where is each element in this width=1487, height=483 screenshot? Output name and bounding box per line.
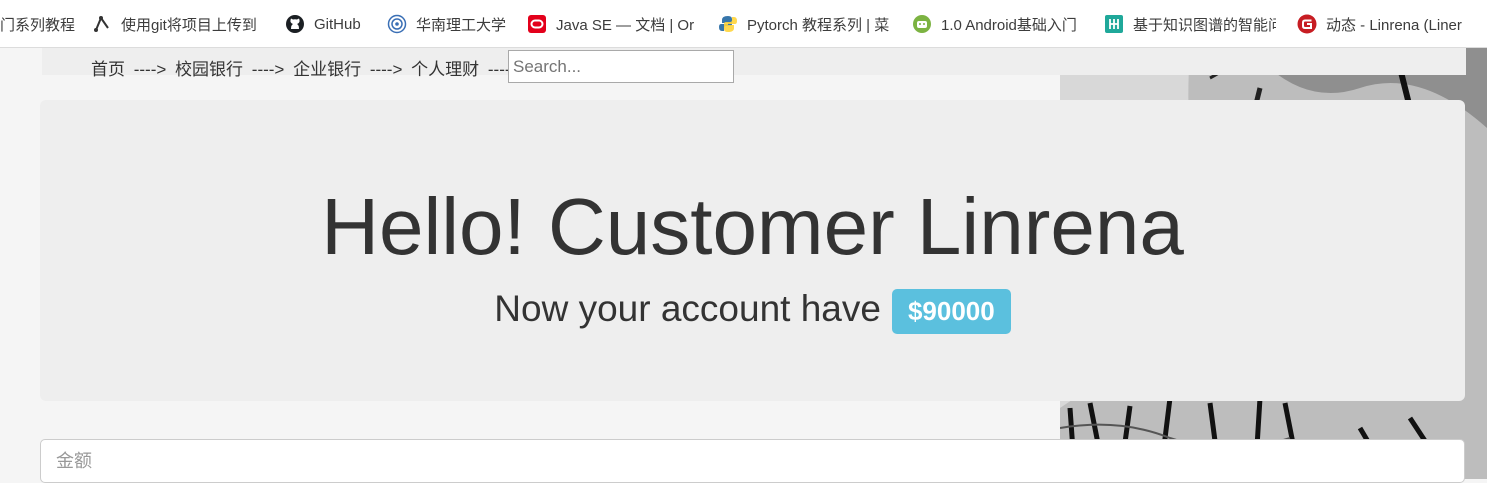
nav-link-personal-finance[interactable]: 个人理财 <box>411 60 479 79</box>
search-input[interactable] <box>508 50 734 83</box>
breadcrumb-separator: ----> <box>369 60 403 79</box>
bookmark-label: 1.0 Android基础入门 <box>941 16 1077 34</box>
github-icon <box>285 14 305 34</box>
python-icon <box>718 14 738 34</box>
bookmark-label: 华南理工大学 <box>416 16 507 34</box>
bookmark-label: 使用git将项目上传到 <box>121 16 257 34</box>
balance-line: Now your account have $90000 <box>40 286 1465 334</box>
bookmark-item[interactable]: Java SE — 文档 | Or <box>527 0 699 47</box>
welcome-jumbotron: Hello! Customer Linrena Now your account… <box>40 100 1465 401</box>
bookmarks-bar: 门系列教程 使用git将项目上传到 GitHub 华南理工大学 Java SE … <box>0 0 1487 48</box>
bookmark-item[interactable]: Pytorch 教程系列 | 菜 <box>718 0 892 47</box>
amount-field[interactable] <box>40 439 1465 483</box>
bookmark-label: 动态 - Linrena (Liner <box>1326 16 1462 34</box>
nav-link-enterprise-bank[interactable]: 企业银行 <box>293 60 361 79</box>
gitee-icon <box>1297 14 1317 34</box>
breadcrumb-separator: ----> <box>251 60 285 79</box>
android-icon <box>912 14 932 34</box>
bookmark-item[interactable]: 基于知识图谱的智能问 <box>1104 0 1276 47</box>
bookmark-label: 基于知识图谱的智能问 <box>1133 16 1276 34</box>
bookmark-item[interactable]: 使用git将项目上传到 <box>92 0 262 47</box>
top-navbar: 首页 ----> 校园银行 ----> 企业银行 ----> 个人理财 ----… <box>42 48 1466 79</box>
bookmark-item[interactable]: 1.0 Android基础入门 <box>912 0 1084 47</box>
nav-link-home[interactable]: 首页 <box>91 60 125 79</box>
bookmark-label: Java SE — 文档 | Or <box>556 16 695 34</box>
bookmark-item[interactable]: 动态 - Linrena (Liner <box>1297 0 1469 47</box>
balance-caption: Now your account have <box>494 287 881 329</box>
breadcrumb: 首页 ----> 校园银行 ----> 企业银行 ----> 个人理财 ----… <box>91 55 524 80</box>
breadcrumb-separator: ----> <box>133 60 167 79</box>
oracle-icon <box>527 14 547 34</box>
bookmark-item[interactable]: 门系列教程 <box>0 0 78 47</box>
welcome-title: Hello! Customer Linrena <box>321 182 1184 271</box>
nav-link-campus-bank[interactable]: 校园银行 <box>175 60 243 79</box>
bookmark-label: Pytorch 教程系列 | 菜 <box>747 16 890 34</box>
bookmark-label: 门系列教程 <box>0 16 76 34</box>
bookmark-label: GitHub <box>314 15 361 33</box>
balance-badge: $90000 <box>891 289 1011 334</box>
git-tree-icon <box>92 14 112 34</box>
bookmark-item[interactable]: 华南理工大学 <box>387 0 509 47</box>
university-seal-icon <box>387 14 407 34</box>
bookmark-item[interactable]: GitHub <box>285 0 375 47</box>
dao-icon <box>1104 14 1124 34</box>
